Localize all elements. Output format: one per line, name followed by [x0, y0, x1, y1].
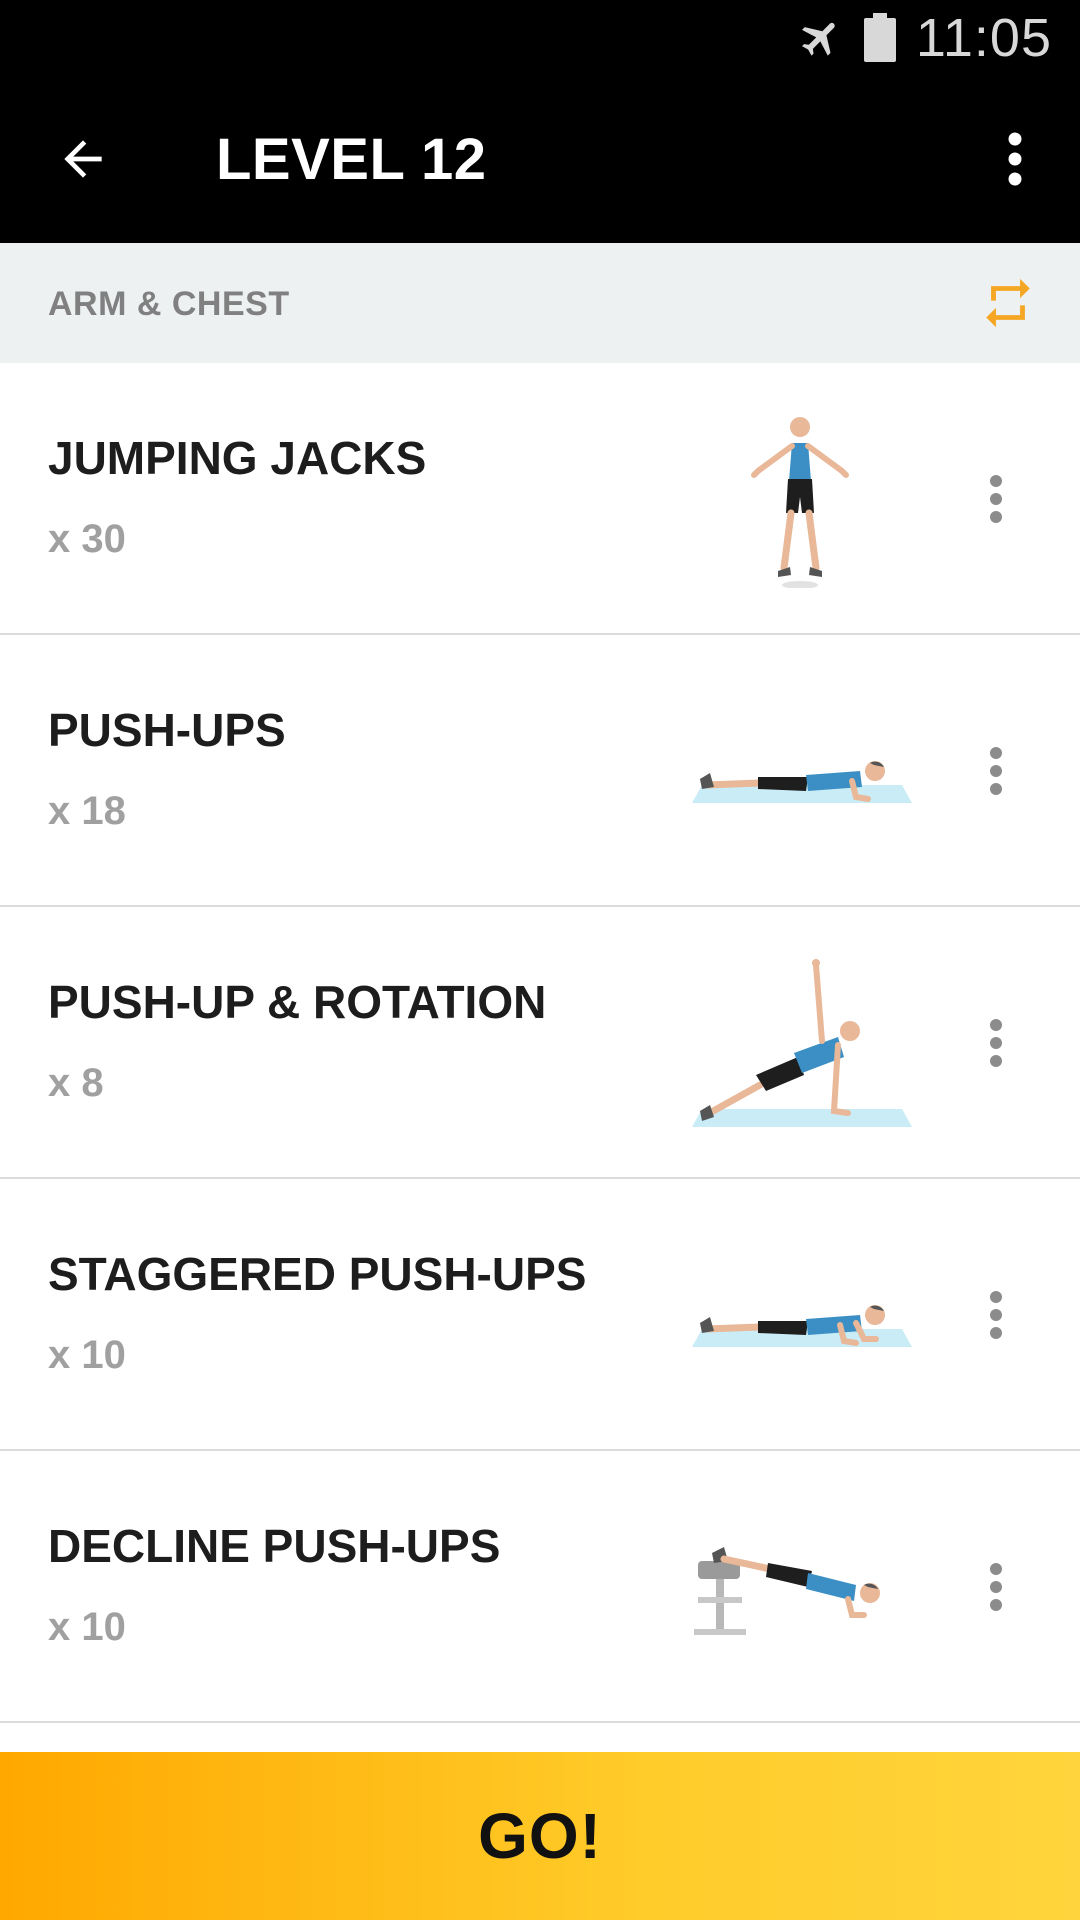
- exercise-reps: x 10: [48, 1333, 126, 1377]
- more-vert-icon: [990, 747, 1002, 795]
- status-icons: 11:05: [798, 8, 1052, 68]
- jumping-jacks-figure: [751, 417, 849, 588]
- push-up-rotation-figure: [692, 959, 912, 1127]
- staggered-push-up-figure: [692, 1305, 912, 1347]
- go-button[interactable]: GO!: [0, 1752, 1080, 1920]
- category-label: ARM & CHEST: [48, 285, 290, 323]
- exercise-menu-button[interactable]: [966, 459, 1026, 539]
- exercise-reps: x 10: [48, 1605, 126, 1649]
- status-bar: 11:05: [0, 0, 1080, 76]
- exercise-row[interactable]: STAGGERED PUSH-UPS x 10: [0, 1179, 1080, 1451]
- more-vert-icon: [990, 1019, 1002, 1067]
- exercise-name: JUMPING JACKS: [48, 432, 427, 484]
- page-title: LEVEL 12: [216, 127, 487, 192]
- arrow-back-icon: [64, 140, 102, 178]
- more-vert-icon: [990, 1291, 1002, 1339]
- exercise-name: PUSH-UPS: [48, 704, 286, 756]
- exercise-reps: x 8: [48, 1061, 104, 1105]
- exercise-row[interactable]: PUSH-UPS x 18: [0, 635, 1080, 907]
- exercise-name: PUSH-UP & ROTATION: [48, 976, 547, 1028]
- exercise-row[interactable]: DECLINE PUSH-UPS x 10: [0, 1451, 1080, 1723]
- push-up-figure: [692, 761, 912, 803]
- back-button[interactable]: [40, 116, 126, 202]
- exercise-name: STAGGERED PUSH-UPS: [48, 1248, 587, 1300]
- more-vert-icon: [1008, 132, 1022, 186]
- exercise-menu-button[interactable]: [966, 731, 1026, 811]
- swap-button[interactable]: [972, 267, 1044, 339]
- overflow-menu-button[interactable]: [980, 116, 1050, 202]
- exercise-name: DECLINE PUSH-UPS: [48, 1520, 501, 1572]
- battery-icon: [862, 13, 898, 63]
- airplane-mode-icon: [798, 15, 844, 61]
- status-time: 11:05: [915, 8, 1052, 68]
- exercise-reps: x 30: [48, 517, 126, 561]
- more-vert-icon: [990, 1563, 1002, 1611]
- exercise-menu-button[interactable]: [966, 1003, 1026, 1083]
- more-vert-icon: [990, 475, 1002, 523]
- category-header: ARM & CHEST: [0, 243, 1080, 363]
- exercise-reps: x 18: [48, 789, 126, 833]
- exercise-menu-button[interactable]: [966, 1275, 1026, 1355]
- exercise-menu-button[interactable]: [966, 1547, 1026, 1627]
- swap-icon: [986, 278, 1030, 328]
- exercise-row[interactable]: JUMPING JACKS x 30: [0, 363, 1080, 635]
- go-button-label: GO!: [478, 1800, 602, 1872]
- exercise-row[interactable]: PUSH-UP & ROTATION x 8: [0, 907, 1080, 1179]
- toolbar: LEVEL 12: [0, 76, 1080, 243]
- decline-push-up-figure: [694, 1547, 880, 1635]
- exercise-list: JUMPING JACKS x 30 PUSH-UPS x 18 PUSH-UP…: [0, 363, 1080, 1723]
